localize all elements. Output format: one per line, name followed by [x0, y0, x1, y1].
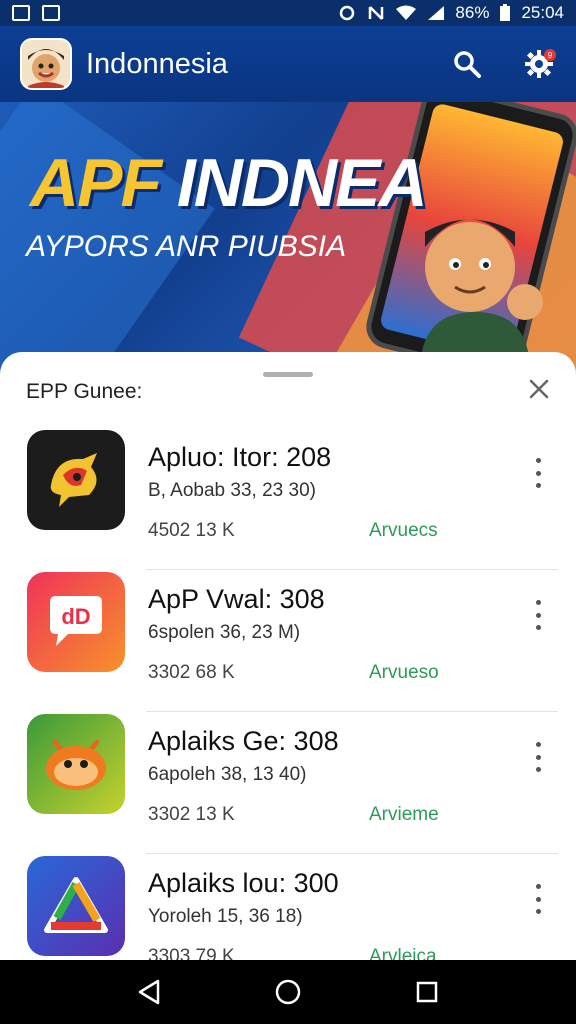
app-action-link[interactable]: Arvieme: [369, 804, 439, 826]
nfc-icon: [369, 6, 384, 20]
app-meta: Yoroleh 15, 36 18): [148, 906, 303, 927]
settings-button[interactable]: 9: [522, 47, 556, 81]
recents-square-icon: [416, 981, 437, 1003]
signal-icon: [428, 6, 445, 20]
wifi-icon: [396, 5, 417, 20]
app-action-link[interactable]: Arvueso: [369, 662, 439, 684]
clock: 25:04: [521, 3, 564, 22]
app-icon-helmet: [27, 430, 125, 530]
drag-handle[interactable]: [263, 372, 313, 377]
app-name: Aplaiks Ge: 308: [148, 726, 339, 756]
app-bar: Indonnesia 9: [0, 26, 576, 102]
app-meta: B, Aobab 33, 23 30): [148, 480, 316, 501]
app-action-link[interactable]: Arvleica: [369, 946, 437, 960]
list-item[interactable]: dD ApP Vwal: 308 6spolen 36, 23 M) 3302 …: [0, 570, 576, 712]
hero-banner[interactable]: APF INDNEA AYPORS ANR PIUBSIA: [0, 102, 576, 372]
more-options-icon[interactable]: [530, 458, 546, 488]
home-circle-icon: [275, 979, 301, 1005]
app-meta: 6apoleh 38, 13 40): [148, 764, 307, 785]
more-options-icon[interactable]: [530, 742, 546, 772]
recents-button[interactable]: [407, 972, 447, 1012]
hero-title: APF INDNEA: [30, 145, 428, 221]
battery-percent: 86%: [455, 3, 490, 22]
app-icon-creature: [27, 714, 125, 814]
back-triangle-icon: [139, 979, 160, 1005]
sync-icon: [340, 5, 355, 21]
app-action-link[interactable]: Arvuecs: [369, 520, 438, 542]
bottom-sheet: EPP Gunee: Apluo: Itor: 208 B, Aobab 33,…: [0, 352, 576, 960]
battery-icon: [500, 4, 511, 21]
app-name: Aplaiks lou: 300: [148, 868, 339, 898]
svg-text:dD: dD: [61, 604, 90, 629]
close-icon[interactable]: [528, 378, 550, 400]
app-meta: 6spolen 36, 23 M): [148, 622, 301, 643]
app-title: Indonnesia: [86, 47, 228, 80]
app-icon-chat: dD: [27, 572, 125, 672]
list-item[interactable]: Apluo: Itor: 208 B, Aobab 33, 23 30) 450…: [0, 428, 576, 570]
app-icon-triangle: [27, 856, 125, 956]
sheet-title: EPP Gunee:: [26, 380, 143, 403]
list-item[interactable]: Aplaiks lou: 300 Yoroleh 15, 36 18) 3303…: [0, 854, 576, 960]
back-button[interactable]: [129, 972, 169, 1012]
more-options-icon[interactable]: [530, 884, 546, 914]
app-size: 4502 13 K: [148, 520, 235, 541]
home-button[interactable]: [268, 972, 308, 1012]
gallery-notification-icon: [12, 5, 30, 21]
search-icon: [454, 51, 481, 78]
app-size: 3302 68 K: [148, 662, 235, 683]
app-name: Apluo: Itor: 208: [148, 442, 332, 472]
app-list: Apluo: Itor: 208 B, Aobab 33, 23 30) 450…: [0, 428, 576, 960]
avatar[interactable]: [20, 38, 72, 90]
app-size: 3303 79 K: [148, 946, 235, 960]
hero-subtitle: AYPORS ANR PIUBSIA: [26, 230, 347, 263]
more-options-icon[interactable]: [530, 600, 546, 630]
list-item[interactable]: Aplaiks Ge: 308 6apoleh 38, 13 40) 3302 …: [0, 712, 576, 854]
app-name: ApP Vwal: 308: [148, 584, 325, 614]
navigation-bar: [0, 960, 576, 1024]
status-bar: 86% 25:04: [0, 0, 576, 26]
avatar-face-icon: [22, 40, 70, 88]
app-size: 3302 13 K: [148, 804, 235, 825]
app-notification-icon: [42, 5, 60, 21]
notification-badge: 9: [544, 49, 556, 61]
search-button[interactable]: [450, 47, 484, 81]
